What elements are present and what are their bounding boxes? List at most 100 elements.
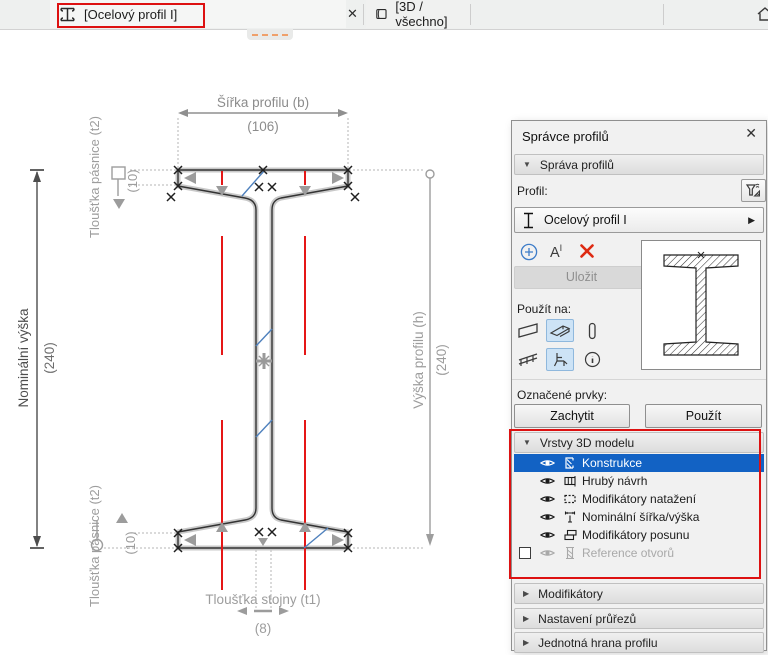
orange-dash [282,33,288,36]
home-icon[interactable] [757,6,768,22]
chevron-right-icon: ▶ [523,589,530,598]
apply-to-column-button[interactable] [578,319,606,342]
section-header-nastaveni-prurezu[interactable]: ▶ Nastavení průřezů [514,608,764,629]
profile-filter-button[interactable] [741,179,766,202]
orange-dash [252,33,258,36]
layer-row-nominalni-sirka-vyska[interactable]: Nominální šířka/výška [514,508,764,526]
svg-text:Šířka profilu (b): Šířka profilu (b) [217,95,309,110]
dimension-nominal-height[interactable]: Nominální výška (240) [16,169,57,549]
svg-text:(10): (10) [125,169,140,192]
layer-row-konstrukce[interactable]: Konstrukce [514,454,764,472]
chevron-right-icon: ▶ [523,614,530,623]
chevron-down-icon: ▼ [523,160,531,169]
apply-button[interactable]: Použít [645,404,762,428]
eye-icon[interactable] [536,494,558,504]
eye-icon[interactable] [536,512,558,522]
svg-text:(8): (8) [255,621,272,636]
eye-icon[interactable] [536,548,558,558]
chevron-down-icon: ▼ [523,438,531,447]
wall-icon [518,323,538,338]
section-header-jednotna-hrana[interactable]: ▶ Jednotná hrana profilu [514,632,764,653]
profile-filter-icon [745,183,760,197]
close-panel-icon[interactable]: ✕ [745,126,757,140]
tab-separator [363,4,364,25]
dimension-flange-top[interactable]: Tloušťka pásnice (t2) (10) [87,116,140,238]
opening-reference-layer-icon [558,546,582,560]
layer-row-hruby-navrh[interactable]: Hrubý návrh [514,472,764,490]
rough-draft-layer-icon [558,474,582,488]
application-window: [Ocelový profil I] ✕ [3D / všechno] Šířk… [0,0,768,655]
section-header-vrstvy-3d[interactable]: ▼ Vrstvy 3D modelu [514,432,764,453]
railing-icon [518,353,538,366]
layer-checkbox[interactable] [519,547,531,559]
svg-text:(106): (106) [247,119,279,134]
svg-text:Tloušťka pásnice (t2): Tloušťka pásnice (t2) [87,116,102,238]
layer-row-reference-otvoru[interactable]: Reference otvorů [514,544,764,562]
dimension-width[interactable]: Šířka profilu (b) (106) [178,95,348,134]
info-button[interactable] [578,348,606,371]
collapsed-toolbar-indicator[interactable] [247,29,293,40]
profile-preview-drawing [663,251,739,356]
eye-icon[interactable] [536,476,558,486]
tab-label: [3D / všechno] [395,0,448,29]
dropdown-arrow-icon: ▶ [748,214,755,225]
column-icon [588,322,596,339]
save-button[interactable]: Uložit [514,266,649,289]
apply-to-beam-button[interactable] [546,319,574,342]
profile-preview [641,240,761,370]
rename-icon: AI [550,243,563,261]
svg-text:(240): (240) [42,342,57,374]
panel-divider [512,379,766,380]
dimension-web-thickness[interactable]: Tloušťka stojny (t1) (8) [205,592,320,636]
apply-to-label: Použít na: [517,302,572,316]
dimension-profile-height[interactable]: Výška profilu (h) (240) [411,169,449,546]
stretch-modifiers-layer-icon [558,492,582,506]
profile-name: Ocelový profil I [544,213,627,227]
tab-separator [470,4,471,25]
edit-handle-triangles[interactable] [113,172,344,546]
layer-list: Konstrukce Hrubý návrh Modifikátory nata… [514,454,764,562]
delete-profile-button[interactable] [579,243,595,259]
capture-button[interactable]: Zachytit [514,404,630,428]
cube-icon [376,9,387,19]
apply-to-railing-button[interactable] [514,348,542,371]
panel-title: Správce profilů [522,129,609,144]
layer-row-modifikatory-natazeni[interactable]: Modifikátory natažení [514,490,764,508]
eye-icon[interactable] [536,530,558,540]
svg-text:Nominální výška: Nominální výška [16,308,31,408]
rename-profile-button[interactable]: AI [550,243,562,261]
ibeam-glyph-icon [524,212,533,228]
toolbar-separator [663,4,664,25]
construction-layer-icon [558,456,582,470]
selected-elements-label: Označené prvky: [517,388,608,402]
chevron-right-icon: ▶ [523,638,530,647]
plus-circle-icon [520,243,538,261]
tab-ocelovy-profil[interactable]: [Ocelový profil I] [50,0,346,28]
svg-text:(10): (10) [123,531,138,554]
ibeam-icon [60,7,75,21]
svg-text:(240): (240) [434,344,449,376]
apply-to-object-button[interactable] [546,348,574,371]
svg-text:Výška profilu (h): Výška profilu (h) [411,311,426,409]
info-icon [584,351,600,368]
svg-text:Tloušťka stojny (t1): Tloušťka stojny (t1) [205,592,320,607]
section-header-sprava-profilu[interactable]: ▼ Správa profilů [514,154,764,175]
nominal-size-layer-icon [558,510,582,524]
profile-manager-panel: Správce profilů ✕ ▼ Správa profilů Profi… [509,120,767,653]
svg-text:Tloušťka pásnice (t2): Tloušťka pásnice (t2) [87,485,102,607]
section-header-modifikatory[interactable]: ▶ Modifikátory [514,583,764,604]
apply-to-wall-button[interactable] [514,319,542,342]
eye-icon[interactable] [536,458,558,468]
dimension-flange-bottom[interactable]: Tloušťka pásnice (t2) (10) [87,485,138,607]
tab-bar: [Ocelový profil I] ✕ [3D / všechno] [0,0,768,30]
tab-3d-vsechno[interactable]: [3D / všechno] [366,0,470,29]
layer-row-modifikatory-posunu[interactable]: Modifikátory posunu [514,526,764,544]
chair-icon [553,352,568,366]
offset-modifiers-layer-icon [558,528,582,542]
tab-label: [Ocelový profil I] [84,6,178,22]
orange-dash [272,33,278,36]
new-profile-button[interactable] [520,243,538,261]
beam-icon [549,325,571,338]
profile-select-dropdown[interactable]: Ocelový profil I ▶ [514,207,764,233]
close-tab-icon[interactable]: ✕ [347,6,358,22]
